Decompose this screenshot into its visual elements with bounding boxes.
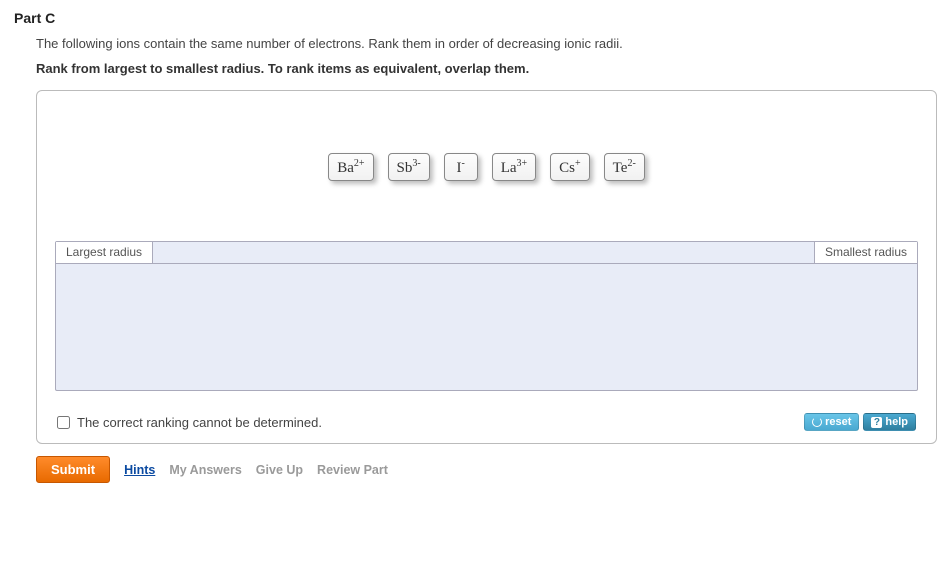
activity-footer: The correct ranking cannot be determined… bbox=[55, 409, 918, 435]
question-text: The following ions contain the same numb… bbox=[36, 36, 937, 51]
ion-charge: 2- bbox=[627, 158, 635, 169]
ion-charge: 3- bbox=[412, 158, 420, 169]
dropzone-left-label: Largest radius bbox=[56, 242, 153, 264]
ion-items-row: Ba2+ Sb3- I- La3+ Cs+ Te2- bbox=[55, 153, 918, 181]
ion-charge: + bbox=[575, 158, 581, 169]
dropzone-header: Largest radius Smallest radius bbox=[56, 242, 917, 264]
help-label: help bbox=[885, 416, 908, 428]
ion-base: La bbox=[501, 160, 517, 176]
ion-tile[interactable]: Sb3- bbox=[388, 153, 430, 181]
help-button[interactable]: ? help bbox=[863, 413, 916, 431]
review-part-link[interactable]: Review Part bbox=[317, 463, 388, 477]
ion-base: Te bbox=[613, 160, 628, 176]
submit-button[interactable]: Submit bbox=[36, 456, 110, 483]
ranking-activity: Ba2+ Sb3- I- La3+ Cs+ Te2- Largest radiu… bbox=[36, 90, 937, 444]
help-icon: ? bbox=[871, 417, 882, 428]
dropzone-spacer bbox=[153, 242, 814, 264]
ion-tile[interactable]: Cs+ bbox=[550, 153, 589, 181]
part-title: Part C bbox=[14, 10, 937, 26]
hints-link[interactable]: Hints bbox=[124, 463, 155, 477]
ion-tile[interactable]: Ba2+ bbox=[328, 153, 373, 181]
instruction-text: Rank from largest to smallest radius. To… bbox=[36, 61, 937, 76]
cannot-determine-row[interactable]: The correct ranking cannot be determined… bbox=[57, 415, 322, 430]
ion-base: Sb bbox=[397, 160, 413, 176]
ion-charge: 3+ bbox=[517, 158, 528, 169]
my-answers-link[interactable]: My Answers bbox=[169, 463, 241, 477]
activity-buttons: reset ? help bbox=[804, 413, 916, 431]
ion-tile[interactable]: La3+ bbox=[492, 153, 536, 181]
cannot-determine-label: The correct ranking cannot be determined… bbox=[77, 415, 322, 430]
dropzone-right-label: Smallest radius bbox=[814, 242, 917, 264]
reset-label: reset bbox=[825, 416, 851, 428]
ranking-dropzone[interactable]: Largest radius Smallest radius bbox=[55, 241, 918, 391]
give-up-link[interactable]: Give Up bbox=[256, 463, 303, 477]
cannot-determine-checkbox[interactable] bbox=[57, 416, 70, 429]
ion-base: Ba bbox=[337, 160, 354, 176]
reset-button[interactable]: reset bbox=[804, 413, 859, 431]
action-row: Submit Hints My Answers Give Up Review P… bbox=[14, 456, 937, 483]
ion-charge: 2+ bbox=[354, 158, 365, 169]
ion-tile[interactable]: Te2- bbox=[604, 153, 645, 181]
ion-charge: - bbox=[462, 158, 465, 169]
ion-base: Cs bbox=[559, 160, 575, 176]
reset-icon bbox=[812, 417, 822, 427]
ion-tile[interactable]: I- bbox=[444, 153, 478, 181]
